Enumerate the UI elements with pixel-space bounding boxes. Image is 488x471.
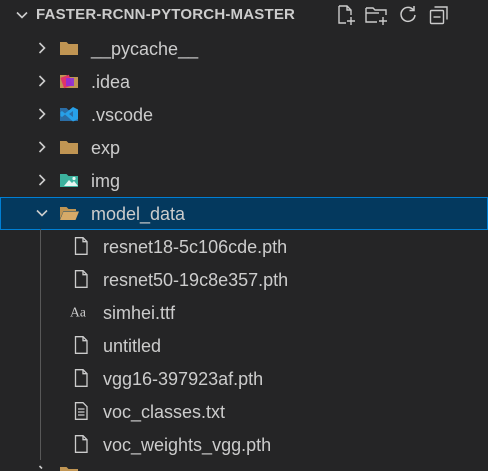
chevron-down-icon[interactable] bbox=[34, 205, 50, 221]
folder-icon bbox=[60, 141, 78, 154]
new-file-icon bbox=[338, 5, 355, 25]
indent-guide bbox=[40, 229, 41, 460]
image-folder-icon bbox=[60, 174, 78, 187]
chevron-right-icon[interactable] bbox=[34, 73, 50, 89]
tree-item-exp[interactable]: exp bbox=[0, 131, 488, 164]
vscode-folder-icon bbox=[60, 107, 78, 122]
tree-item-simhei[interactable]: Aa simhei.ttf bbox=[0, 296, 488, 329]
svg-text:Aa: Aa bbox=[70, 305, 86, 320]
tree-item-label: voc_classes.txt bbox=[103, 402, 226, 422]
file-tree: __pycache__ .idea .vscode exp img model_… bbox=[0, 32, 488, 461]
file-icon bbox=[74, 435, 88, 453]
tree-item-label: exp bbox=[91, 138, 121, 158]
chevron-right-icon bbox=[38, 465, 43, 470]
new-file-button[interactable] bbox=[334, 3, 358, 27]
tree-item-idea[interactable]: .idea bbox=[0, 65, 488, 98]
workspace-title[interactable]: FASTER-RCNN-PYTORCH-MASTER bbox=[36, 6, 295, 23]
chevron-down-icon[interactable] bbox=[14, 7, 30, 23]
collapse-all-button[interactable] bbox=[427, 3, 451, 27]
folder-open-icon bbox=[60, 207, 79, 220]
new-folder-button[interactable] bbox=[365, 3, 389, 27]
tree-item-untitled[interactable]: untitled bbox=[0, 329, 488, 362]
tree-item-label: simhei.ttf bbox=[103, 303, 176, 323]
tree-item-label: model_data bbox=[91, 204, 186, 224]
tree-item-label: .vscode bbox=[91, 105, 154, 125]
chevron-right-icon[interactable] bbox=[34, 172, 50, 188]
chevron-right-icon[interactable] bbox=[34, 106, 50, 122]
tree-item-label: img bbox=[91, 171, 121, 191]
tree-item-img[interactable]: img bbox=[0, 164, 488, 197]
tree-item-vscode[interactable]: .vscode bbox=[0, 98, 488, 131]
chevron-right-icon[interactable] bbox=[34, 40, 50, 56]
new-folder-icon bbox=[365, 7, 387, 25]
folder-icon bbox=[60, 467, 78, 471]
tree-item-label: untitled bbox=[103, 336, 162, 356]
text-file-icon bbox=[74, 402, 88, 420]
tree-item-label: vgg16-397923af.pth bbox=[103, 369, 264, 389]
tree-item-voc-weights[interactable]: voc_weights_vgg.pth bbox=[0, 428, 488, 461]
tree-item-label: .idea bbox=[91, 72, 131, 92]
tree-item-vgg16[interactable]: vgg16-397923af.pth bbox=[0, 362, 488, 395]
file-icon bbox=[74, 336, 88, 354]
tree-item-pycache[interactable]: __pycache__ bbox=[0, 32, 488, 65]
tree-item-resnet18[interactable]: resnet18-5c106cde.pth bbox=[0, 230, 488, 263]
file-icon bbox=[74, 369, 88, 387]
explorer-header[interactable]: FASTER-RCNN-PYTORCH-MASTER bbox=[0, 0, 488, 30]
chevron-right-icon[interactable] bbox=[34, 139, 50, 155]
tree-item-resnet50[interactable]: resnet50-19c8e357.pth bbox=[0, 263, 488, 296]
collapse-all-icon bbox=[429, 6, 448, 25]
file-icon bbox=[74, 237, 88, 255]
tree-item-label: __pycache__ bbox=[91, 39, 199, 59]
refresh-button[interactable] bbox=[396, 3, 420, 27]
tree-item-label: voc_weights_vgg.pth bbox=[103, 435, 272, 455]
tree-item-label: resnet50-19c8e357.pth bbox=[103, 270, 289, 290]
idea-folder-icon bbox=[60, 74, 78, 89]
tree-item-label: resnet18-5c106cde.pth bbox=[103, 237, 288, 257]
refresh-icon bbox=[400, 6, 416, 23]
folder-icon bbox=[60, 42, 78, 55]
font-icon: Aa bbox=[70, 305, 86, 320]
explorer-panel: FASTER-RCNN-PYTORCH-MASTER __pycache__ .… bbox=[0, 0, 488, 471]
explorer-actions bbox=[334, 3, 451, 27]
tree-item-voc-classes[interactable]: voc_classes.txt bbox=[0, 395, 488, 428]
file-icon bbox=[74, 270, 88, 288]
tree-item-partial[interactable] bbox=[0, 463, 488, 471]
tree-item-model-data[interactable]: model_data bbox=[0, 197, 488, 230]
